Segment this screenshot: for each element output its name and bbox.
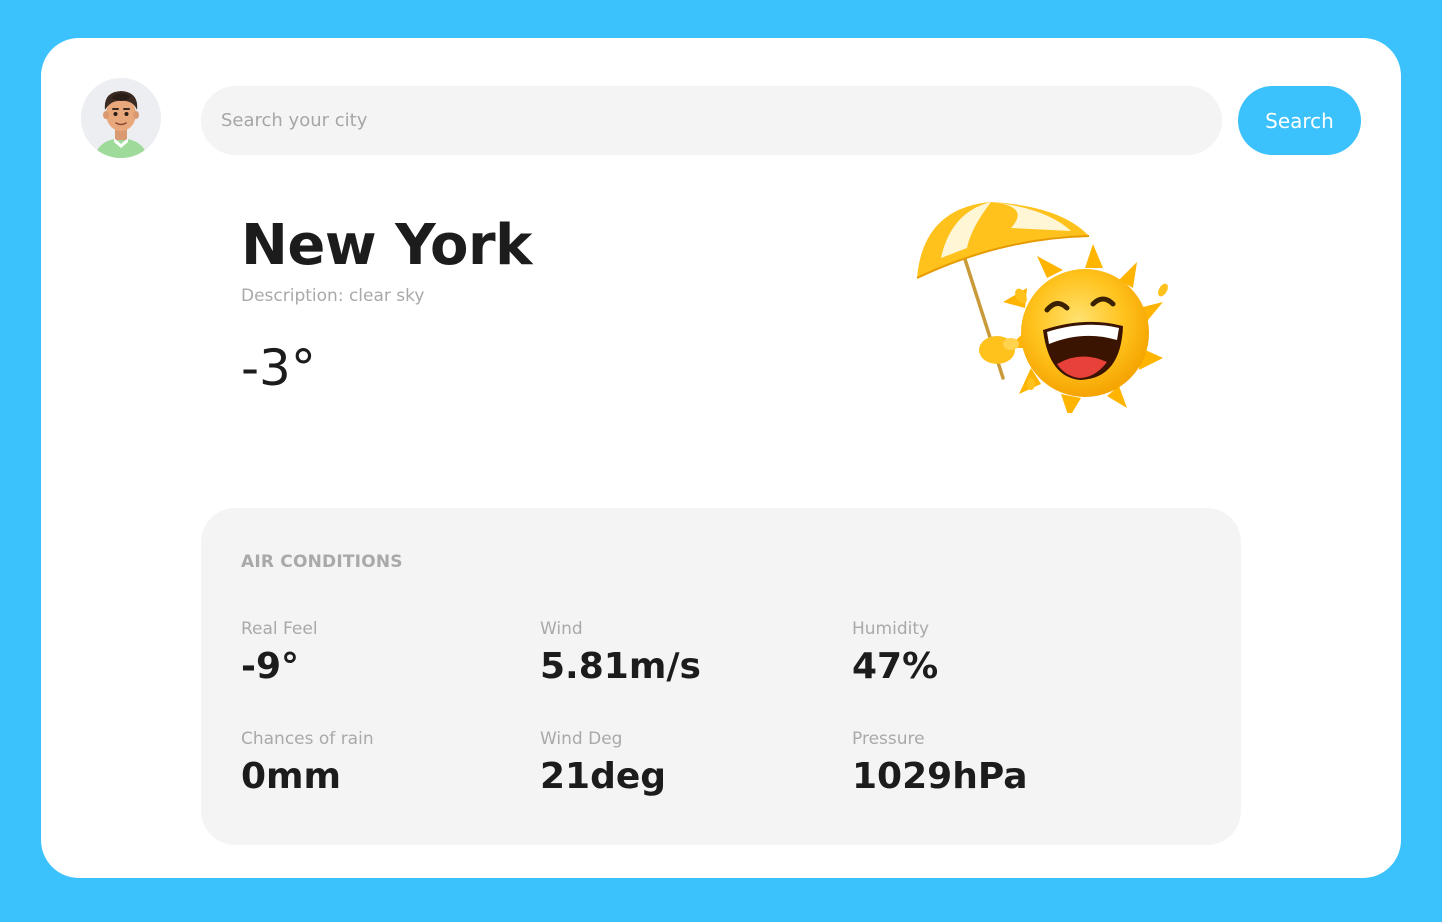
metric-value: -9°: [241, 646, 299, 687]
metric-value: 5.81m/s: [540, 646, 701, 687]
metric-value: 47%: [852, 646, 939, 687]
metric-label: Real Feel: [241, 619, 318, 639]
air-conditions-panel: AIR CONDITIONS Real Feel -9° Wind 5.81m/…: [201, 508, 1241, 845]
sun-with-umbrella-icon: [871, 198, 1181, 418]
metric-label: Pressure: [852, 729, 925, 749]
metric-label: Humidity: [852, 619, 930, 639]
search-button[interactable]: Search: [1238, 86, 1361, 155]
metric-pressure: Pressure 1029hPa: [852, 728, 1028, 800]
city-search-input[interactable]: [201, 86, 1222, 155]
weather-card: Search New York Description: clear sky -…: [41, 38, 1401, 878]
user-avatar[interactable]: [81, 78, 161, 158]
metric-label: Chances of rain: [241, 729, 374, 749]
metric-label: Wind Deg: [540, 729, 623, 749]
metric-label: Wind: [540, 619, 583, 639]
metric-wind: Wind 5.81m/s: [540, 618, 701, 690]
air-conditions-title: AIR CONDITIONS: [241, 552, 403, 572]
city-name: New York: [241, 213, 532, 278]
metric-value: 1029hPa: [852, 756, 1028, 797]
avatar-icon: [81, 78, 161, 158]
metric-real-feel: Real Feel -9°: [241, 618, 318, 690]
metric-chances-of-rain: Chances of rain 0mm: [241, 728, 374, 800]
current-temperature: -3°: [241, 339, 316, 397]
metric-humidity: Humidity 47%: [852, 618, 938, 690]
metric-value: 21deg: [540, 756, 667, 797]
metric-wind-deg: Wind Deg 21deg: [540, 728, 666, 800]
metric-value: 0mm: [241, 756, 342, 797]
weather-description: Description: clear sky: [241, 286, 425, 306]
